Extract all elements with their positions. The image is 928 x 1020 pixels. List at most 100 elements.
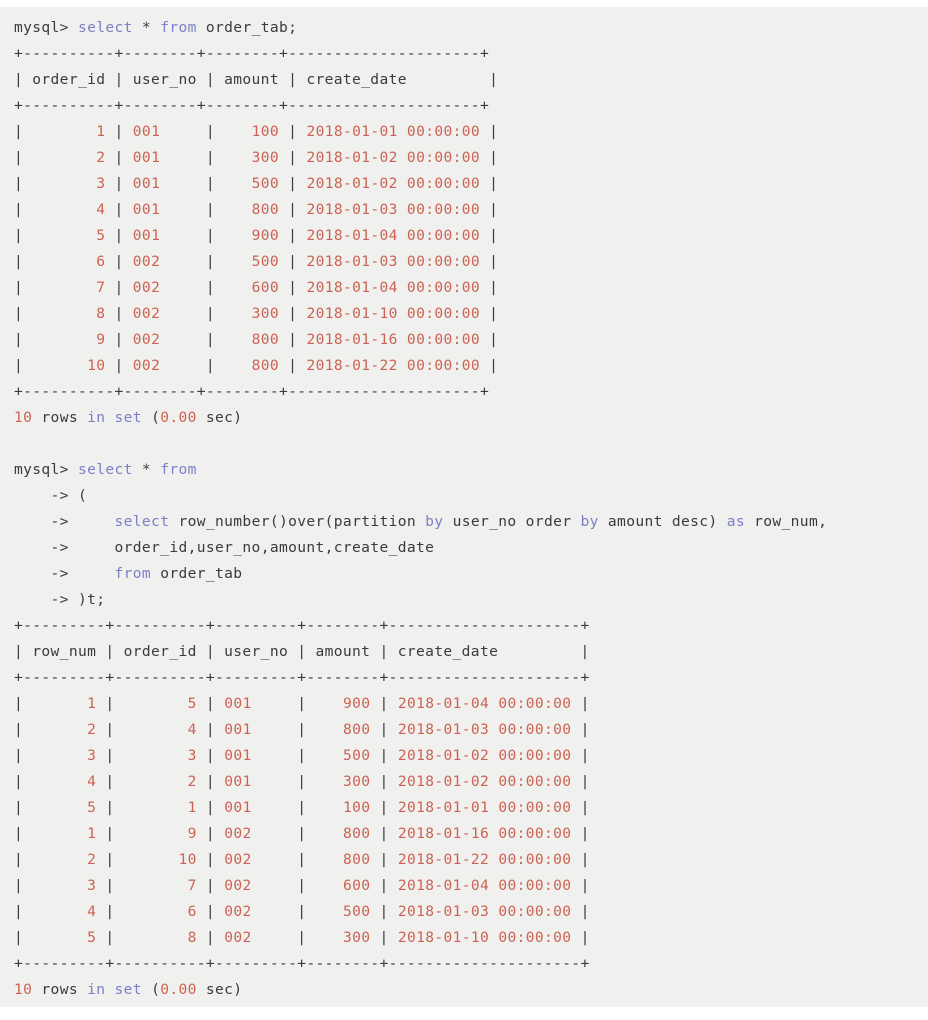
cell-separator: |	[489, 305, 499, 322]
continuation-prompt: ->	[14, 487, 69, 504]
status1-row-count: 10	[14, 409, 33, 426]
cell-separator: |	[205, 799, 225, 816]
cell-row_num: 1	[32, 825, 97, 842]
cell-separator: |	[14, 695, 33, 712]
cell-separator: |	[580, 721, 590, 738]
terminal-output-pane[interactable]: mysql> select * from order_tab; +-------…	[0, 7, 928, 1007]
cell-user_no: 002	[224, 851, 289, 868]
cell-order_id: 7	[32, 279, 106, 296]
cell-separator: |	[297, 799, 316, 816]
table1-rule-top: +----------+--------+--------+----------…	[14, 45, 490, 62]
command-line-5: -> from order_tab	[14, 561, 928, 587]
cell-separator: |	[205, 253, 225, 270]
cell-separator: |	[205, 929, 225, 946]
cell-separator: |	[114, 175, 133, 192]
cell-order_id: 4	[123, 721, 197, 738]
cell-separator: |	[489, 331, 499, 348]
cell-order_id: 1	[32, 123, 106, 140]
table-row: | 5 | 1 | 001 | 100 | 2018-01-01 00:00:0…	[14, 795, 928, 821]
cell-separator: |	[297, 825, 316, 842]
table2-header-row: | row_num | order_id | user_no | amount …	[14, 643, 590, 660]
cell-separator: |	[580, 877, 590, 894]
cell-user_no: 001	[224, 695, 289, 712]
cell-create_date: 2018-01-16 00:00:00	[306, 331, 481, 348]
table-row: | 7 | 002 | 600 | 2018-01-04 00:00:00 |	[14, 275, 928, 301]
cell-separator: |	[288, 253, 307, 270]
cell-amount: 800	[315, 825, 371, 842]
cell-separator: |	[205, 747, 225, 764]
cell-separator: |	[114, 253, 133, 270]
cell-order_id: 2	[32, 149, 106, 166]
table-row: | 3 | 001 | 500 | 2018-01-02 00:00:00 |	[14, 171, 928, 197]
cell-separator: |	[489, 227, 499, 244]
cell-row_num: 5	[32, 929, 97, 946]
cell-separator: |	[14, 357, 33, 374]
cell-user_no: 001	[224, 773, 289, 790]
cell-row_num: 2	[32, 851, 97, 868]
sql-keyword: by	[425, 513, 444, 530]
cell-create_date: 2018-01-04 00:00:00	[397, 695, 572, 712]
cell-separator: |	[379, 695, 398, 712]
cell-create_date: 2018-01-04 00:00:00	[397, 877, 572, 894]
cell-user_no: 001	[224, 747, 289, 764]
cell-separator: |	[205, 305, 225, 322]
cell-separator: |	[489, 123, 499, 140]
cell-separator: |	[14, 929, 33, 946]
cell-amount: 900	[224, 227, 280, 244]
cell-create_date: 2018-01-03 00:00:00	[397, 903, 572, 920]
status1-paren-open: (	[141, 409, 161, 426]
continuation-prompt: ->	[14, 591, 69, 608]
continuation-prompt: ->	[14, 565, 69, 582]
cell-separator: |	[14, 773, 33, 790]
cell-separator: |	[288, 175, 307, 192]
cell-separator: |	[297, 773, 316, 790]
cell-separator: |	[14, 253, 33, 270]
cell-user_no: 001	[132, 123, 197, 140]
cell-separator: |	[489, 149, 499, 166]
cell-separator: |	[205, 825, 225, 842]
cell-create_date: 2018-01-03 00:00:00	[397, 721, 572, 738]
cell-separator: |	[105, 851, 124, 868]
command-line-1: mysql> select * from	[14, 457, 928, 483]
table1-rule-bottom: +----------+--------+--------+----------…	[14, 383, 490, 400]
sql-keyword-select: select	[77, 19, 133, 36]
cell-row_num: 3	[32, 747, 97, 764]
cell-separator: |	[288, 123, 307, 140]
cell-create_date: 2018-01-02 00:00:00	[397, 747, 572, 764]
cell-separator: |	[580, 903, 590, 920]
cell-amount: 800	[315, 851, 371, 868]
table1-status-line: 10 rows in set (0.00 sec)	[14, 405, 928, 431]
cell-separator: |	[205, 331, 225, 348]
cell-separator: |	[379, 773, 398, 790]
cell-separator: |	[14, 903, 33, 920]
table-row: | 1 | 5 | 001 | 900 | 2018-01-04 00:00:0…	[14, 691, 928, 717]
cell-user_no: 002	[224, 877, 289, 894]
sql-text: order_tab	[151, 565, 243, 582]
cell-separator: |	[105, 747, 124, 764]
cell-separator: |	[489, 279, 499, 296]
cell-create_date: 2018-01-03 00:00:00	[306, 201, 481, 218]
cell-separator: |	[114, 357, 133, 374]
table-row: | 2 | 4 | 001 | 800 | 2018-01-03 00:00:0…	[14, 717, 928, 743]
cell-separator: |	[379, 825, 398, 842]
table2-rule-top: +---------+----------+---------+--------…	[14, 617, 590, 634]
cell-order_id: 5	[32, 227, 106, 244]
table-row: | 9 | 002 | 800 | 2018-01-16 00:00:00 |	[14, 327, 928, 353]
cell-user_no: 001	[224, 721, 289, 738]
cell-amount: 900	[315, 695, 371, 712]
cell-order_id: 3	[123, 747, 197, 764]
cell-separator: |	[580, 773, 590, 790]
table-row: | 2 | 10 | 002 | 800 | 2018-01-22 00:00:…	[14, 847, 928, 873]
cell-amount: 600	[224, 279, 280, 296]
cell-separator: |	[205, 201, 225, 218]
cell-separator: |	[580, 825, 590, 842]
sql-text: order_id,user_no,amount,create_date	[68, 539, 435, 556]
cell-separator: |	[14, 279, 33, 296]
cell-order_id: 8	[123, 929, 197, 946]
cell-separator: |	[114, 123, 133, 140]
cell-order_id: 4	[32, 201, 106, 218]
cell-create_date: 2018-01-01 00:00:00	[397, 799, 572, 816]
status1-sec-close: sec)	[196, 409, 243, 426]
sql-keyword: select	[77, 461, 133, 478]
